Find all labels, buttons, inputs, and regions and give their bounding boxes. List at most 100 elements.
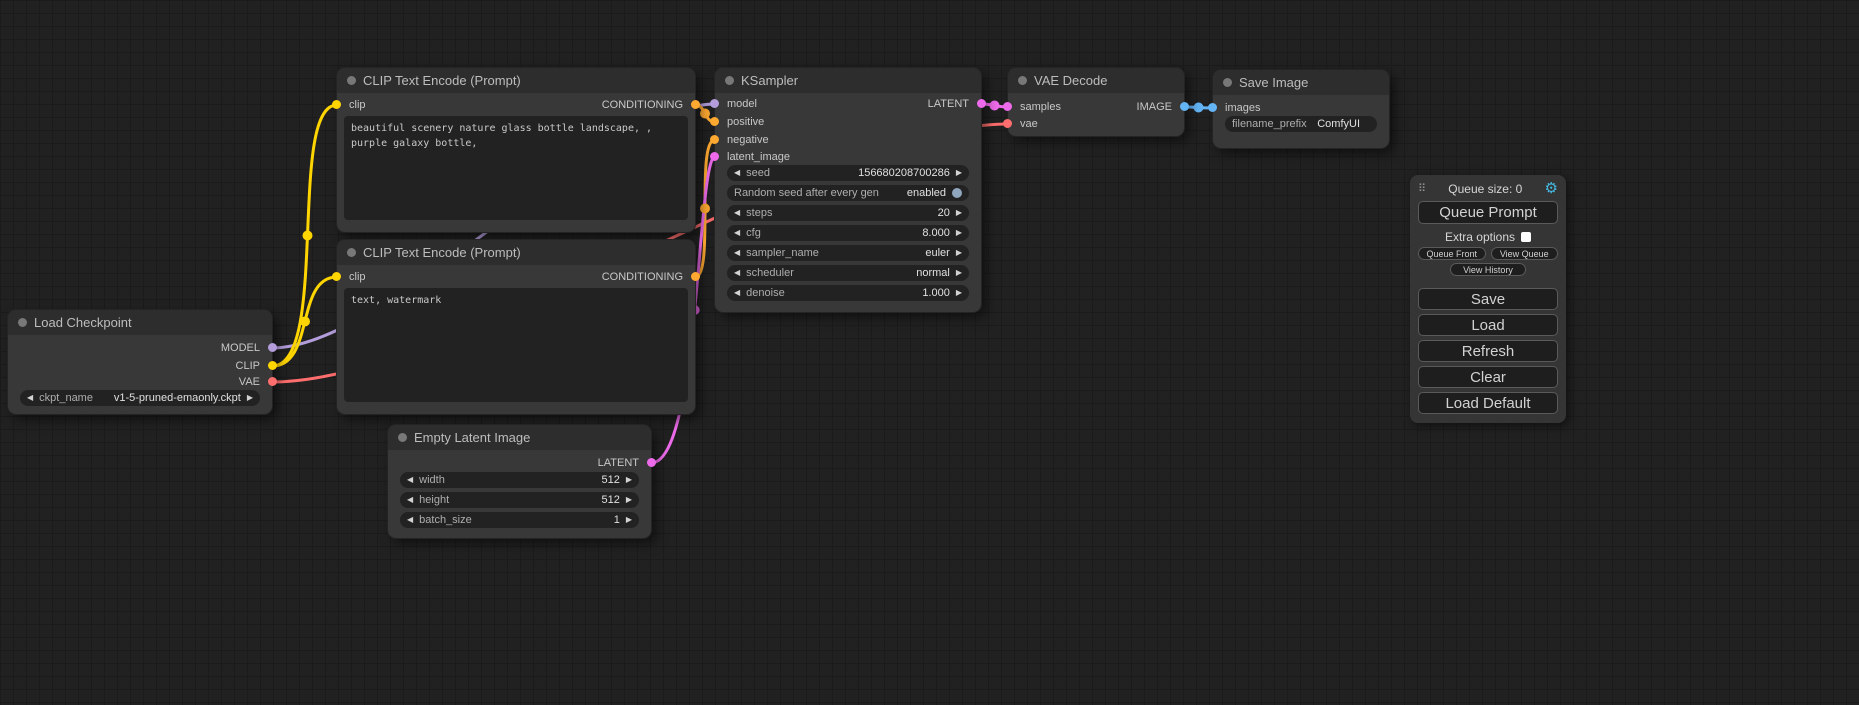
node-empty-latent-image[interactable]: Empty Latent Image LATENT ◀ width 512 ▶ …: [388, 425, 651, 538]
model-input-port[interactable]: [710, 99, 719, 108]
increment-arrow-icon[interactable]: ▶: [247, 390, 253, 406]
widget-name: batch_size: [419, 514, 472, 526]
load-button[interactable]: Load: [1418, 314, 1558, 336]
input-label-clip: clip: [349, 99, 366, 111]
node-title-bar[interactable]: CLIP Text Encode (Prompt): [337, 68, 695, 93]
increment-arrow-icon[interactable]: ▶: [956, 245, 962, 261]
model-output-port[interactable]: [268, 343, 277, 352]
decrement-arrow-icon[interactable]: ◀: [734, 165, 740, 181]
view-history-button[interactable]: View History: [1450, 263, 1526, 276]
node-vae-decode[interactable]: VAE Decode samples IMAGE vae: [1008, 68, 1184, 136]
height-widget[interactable]: ◀ height 512 ▶: [400, 492, 639, 508]
steps-widget[interactable]: ◀ steps 20 ▶: [727, 205, 969, 221]
decrement-arrow-icon[interactable]: ◀: [407, 512, 413, 528]
scheduler-widget[interactable]: ◀ scheduler normal ▶: [727, 265, 969, 281]
drag-handle-icon[interactable]: ⠿: [1418, 182, 1426, 195]
seed-widget[interactable]: ◀ seed 156680208700286 ▶: [727, 165, 969, 181]
decrement-arrow-icon[interactable]: ◀: [734, 205, 740, 221]
widget-name: Random seed after every gen: [734, 187, 879, 199]
decrement-arrow-icon[interactable]: ◀: [734, 285, 740, 301]
graph-background[interactable]: Load Checkpoint MODEL CLIP VAE ◀ ckpt_na…: [0, 0, 1859, 705]
node-title-bar[interactable]: CLIP Text Encode (Prompt): [337, 240, 695, 265]
denoise-widget[interactable]: ◀ denoise 1.000 ▶: [727, 285, 969, 301]
queue-front-button[interactable]: Queue Front: [1418, 247, 1486, 260]
latent-output-port[interactable]: [647, 458, 656, 467]
width-widget[interactable]: ◀ width 512 ▶: [400, 472, 639, 488]
increment-arrow-icon[interactable]: ▶: [956, 225, 962, 241]
decrement-arrow-icon[interactable]: ◀: [734, 245, 740, 261]
node-collapse-dot[interactable]: [398, 433, 407, 442]
decrement-arrow-icon[interactable]: ◀: [734, 265, 740, 281]
widget-value: enabled: [907, 187, 946, 199]
node-ksampler[interactable]: KSampler model LATENT positive negative …: [715, 68, 981, 312]
save-button[interactable]: Save: [1418, 288, 1558, 310]
output-label-conditioning: CONDITIONING: [602, 99, 683, 111]
conditioning-output-port[interactable]: [691, 100, 700, 109]
random-seed-toggle-widget[interactable]: Random seed after every gen enabled: [727, 185, 969, 201]
decrement-arrow-icon[interactable]: ◀: [407, 492, 413, 508]
node-collapse-dot[interactable]: [1018, 76, 1027, 85]
load-default-button[interactable]: Load Default: [1418, 392, 1558, 414]
negative-prompt-textarea[interactable]: text, watermark: [344, 288, 688, 402]
clip-input-port[interactable]: [332, 100, 341, 109]
batch-size-widget[interactable]: ◀ batch_size 1 ▶: [400, 512, 639, 528]
settings-gear-icon[interactable]: ⚙: [1545, 181, 1558, 196]
queue-panel: ⠿ Queue size: 0 ⚙ Queue Prompt Extra opt…: [1410, 175, 1566, 423]
increment-arrow-icon[interactable]: ▶: [956, 165, 962, 181]
refresh-button[interactable]: Refresh: [1418, 340, 1558, 362]
node-collapse-dot[interactable]: [1223, 78, 1232, 87]
conditioning-output-port[interactable]: [691, 272, 700, 281]
node-collapse-dot[interactable]: [347, 76, 356, 85]
positive-input-port[interactable]: [710, 117, 719, 126]
node-title-bar[interactable]: VAE Decode: [1008, 68, 1184, 93]
decrement-arrow-icon[interactable]: ◀: [734, 225, 740, 241]
node-clip-text-encode-positive[interactable]: CLIP Text Encode (Prompt) clip CONDITION…: [337, 68, 695, 232]
node-title-bar[interactable]: KSampler: [715, 68, 981, 93]
node-collapse-dot[interactable]: [347, 248, 356, 257]
view-queue-button[interactable]: View Queue: [1491, 247, 1559, 260]
widget-name: filename_prefix: [1232, 118, 1307, 130]
vae-output-port[interactable]: [268, 377, 277, 386]
toggle-dot[interactable]: [952, 188, 962, 198]
increment-arrow-icon[interactable]: ▶: [956, 265, 962, 281]
widget-name: steps: [746, 207, 772, 219]
node-title: CLIP Text Encode (Prompt): [363, 245, 521, 260]
increment-arrow-icon[interactable]: ▶: [956, 205, 962, 221]
images-input-port[interactable]: [1208, 103, 1217, 112]
ckpt-name-combo[interactable]: ◀ ckpt_name v1-5-pruned-emaonly.ckpt ▶: [20, 390, 260, 406]
clear-button[interactable]: Clear: [1418, 366, 1558, 388]
node-title-bar[interactable]: Empty Latent Image: [388, 425, 651, 450]
node-clip-text-encode-negative[interactable]: CLIP Text Encode (Prompt) clip CONDITION…: [337, 240, 695, 414]
increment-arrow-icon[interactable]: ▶: [626, 472, 632, 488]
port-row: model LATENT: [715, 97, 981, 111]
vae-input-port[interactable]: [1003, 119, 1012, 128]
cfg-widget[interactable]: ◀ cfg 8.000 ▶: [727, 225, 969, 241]
extra-options-checkbox[interactable]: [1521, 232, 1531, 242]
wire-midpoint-dot: [300, 317, 310, 327]
negative-input-port[interactable]: [710, 135, 719, 144]
node-title-bar[interactable]: Load Checkpoint: [8, 310, 272, 335]
queue-prompt-button[interactable]: Queue Prompt: [1418, 201, 1558, 224]
clip-input-port[interactable]: [332, 272, 341, 281]
sampler-name-widget[interactable]: ◀ sampler_name euler ▶: [727, 245, 969, 261]
positive-prompt-textarea[interactable]: beautiful scenery nature glass bottle la…: [344, 116, 688, 220]
node-save-image[interactable]: Save Image images filename_prefix ComfyU…: [1213, 70, 1389, 148]
widget-value: 512: [601, 494, 619, 506]
samples-input-port[interactable]: [1003, 102, 1012, 111]
latent-image-input-port[interactable]: [710, 152, 719, 161]
node-collapse-dot[interactable]: [725, 76, 734, 85]
input-label-negative: negative: [727, 134, 769, 146]
node-load-checkpoint[interactable]: Load Checkpoint MODEL CLIP VAE ◀ ckpt_na…: [8, 310, 272, 414]
increment-arrow-icon[interactable]: ▶: [626, 512, 632, 528]
node-collapse-dot[interactable]: [18, 318, 27, 327]
increment-arrow-icon[interactable]: ▶: [956, 285, 962, 301]
latent-output-port[interactable]: [977, 99, 986, 108]
node-title-bar[interactable]: Save Image: [1213, 70, 1389, 95]
input-label-images: images: [1225, 102, 1260, 114]
decrement-arrow-icon[interactable]: ◀: [27, 390, 33, 406]
decrement-arrow-icon[interactable]: ◀: [407, 472, 413, 488]
image-output-port[interactable]: [1180, 102, 1189, 111]
increment-arrow-icon[interactable]: ▶: [626, 492, 632, 508]
clip-output-port[interactable]: [268, 361, 277, 370]
filename-prefix-widget[interactable]: filename_prefix ComfyUI: [1225, 116, 1377, 132]
